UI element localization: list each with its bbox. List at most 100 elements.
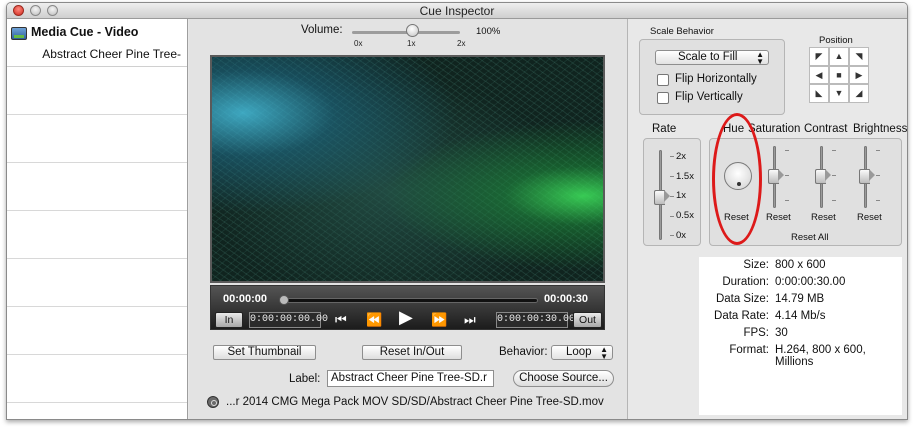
cue-name-label: Abstract Cheer Pine Tree- <box>42 47 181 61</box>
current-time: 00:00:00 <box>223 293 268 305</box>
volume-slider-knob[interactable] <box>406 24 419 37</box>
position-bottom-icon[interactable]: ▼ <box>829 84 849 103</box>
rewind-icon[interactable]: ⏪ <box>366 311 382 329</box>
cue-type-label: Media Cue - Video <box>31 25 139 39</box>
set-out-button[interactable]: Out <box>573 312 602 328</box>
cue-list-empty-row <box>7 211 187 259</box>
contrast-tick <box>832 200 836 201</box>
info-value: 30 <box>775 327 788 339</box>
set-in-button[interactable]: In <box>215 312 243 328</box>
cue-list-empty-row <box>7 163 187 211</box>
cue-list-empty-row <box>7 355 187 403</box>
flip-vertical-label: Flip Vertically <box>675 91 743 103</box>
flip-horizontal-checkbox[interactable] <box>657 74 669 86</box>
saturation-tick <box>785 200 789 201</box>
fast-forward-icon[interactable]: ⏩ <box>431 311 447 329</box>
saturation-tick <box>785 150 789 151</box>
contrast-reset-button[interactable]: Reset <box>811 212 836 223</box>
cue-list-empty-row <box>7 67 187 115</box>
reset-all-button[interactable]: Reset All <box>791 232 829 243</box>
position-center-icon[interactable]: ■ <box>829 65 849 85</box>
behavior-value: Loop <box>566 346 592 358</box>
contrast-tick <box>832 150 836 151</box>
transport-bar: 00:00:00 00:00:30 In 0:00:00:00.00 ⏮ ⏪ ▶… <box>210 285 605 330</box>
contrast-tick <box>832 175 836 176</box>
position-top-left-icon[interactable]: ◤ <box>809 47 829 66</box>
cue-list-empty-row <box>7 259 187 307</box>
brightness-title: Brightness <box>853 123 908 135</box>
scrub-knob[interactable] <box>279 295 289 305</box>
info-key: Data Size: <box>715 293 769 305</box>
rate-slider-thumb[interactable] <box>654 190 670 205</box>
scrub-bar[interactable] <box>281 298 538 303</box>
brightness-reset-button[interactable]: Reset <box>857 212 882 223</box>
info-key: Data Rate: <box>714 310 769 322</box>
position-left-icon[interactable]: ◀ <box>809 65 829 85</box>
rate-tick-label: 2x <box>676 151 687 162</box>
info-value: H.264, 800 x 600, Millions <box>775 344 866 368</box>
info-value: 14.79 MB <box>775 293 825 305</box>
scale-mode-value: Scale to Fill <box>678 51 738 63</box>
cue-inspector-window: Cue Inspector Media Cue - Video Abstract… <box>6 2 908 420</box>
position-top-right-icon[interactable]: ◥ <box>849 47 869 66</box>
cue-list-empty-row <box>7 307 187 355</box>
saturation-slider-thumb[interactable] <box>768 169 784 184</box>
rate-tick <box>670 216 674 217</box>
cue-label-input[interactable]: Abstract Cheer Pine Tree-SD.r <box>327 370 494 387</box>
info-key: Size: <box>743 259 769 271</box>
contrast-slider-thumb[interactable] <box>815 169 831 184</box>
choose-source-button[interactable]: Choose Source... <box>513 370 614 387</box>
label-field-label: Label: <box>289 373 321 385</box>
rate-tick <box>670 196 674 197</box>
reset-in-out-button[interactable]: Reset In/Out <box>362 345 462 360</box>
media-info-panel: Size: 800 x 600 Duration: 0:00:00:30.00 … <box>699 257 902 415</box>
rate-tick <box>670 235 674 236</box>
title-bar[interactable]: Cue Inspector <box>7 3 907 19</box>
position-top-icon[interactable]: ▲ <box>829 47 849 66</box>
video-settings-panel: Scale Behavior Scale to Fill ▲ ▼ Flip Hor… <box>627 19 908 419</box>
video-preview <box>210 55 605 283</box>
info-key: Duration: <box>722 276 769 288</box>
info-value: 0:00:00:30.00 <box>775 276 846 288</box>
volume-tick-label: 2x <box>457 39 466 48</box>
reveal-in-finder-icon[interactable] <box>207 396 219 408</box>
window-title: Cue Inspector <box>419 4 495 18</box>
volume-label: Volume: <box>301 24 343 36</box>
contrast-title: Contrast <box>804 123 848 135</box>
behavior-popup[interactable]: Loop ▲ ▼ <box>551 345 613 361</box>
position-title: Position <box>819 35 853 46</box>
position-bottom-left-icon[interactable]: ◣ <box>809 84 829 103</box>
brightness-tick <box>876 200 880 201</box>
saturation-reset-button[interactable]: Reset <box>766 212 791 223</box>
video-cue-icon <box>11 27 27 40</box>
skip-to-end-icon[interactable]: ⏭ <box>464 311 476 329</box>
highlight-annotation-ring <box>712 113 762 245</box>
info-value: 800 x 600 <box>775 259 826 271</box>
popup-arrows-icon: ▲ ▼ <box>600 345 608 361</box>
rate-tick <box>670 156 674 157</box>
saturation-title: Saturation <box>748 123 801 135</box>
file-path: ...r 2014 CMG Mega Pack MOV SD/SD/Abstra… <box>226 396 604 408</box>
cue-list: Media Cue - Video Abstract Cheer Pine Tr… <box>7 19 188 419</box>
cue-list-item-selected[interactable]: Media Cue - Video Abstract Cheer Pine Tr… <box>7 19 187 67</box>
brightness-slider-thumb[interactable] <box>859 169 875 184</box>
position-bottom-right-icon[interactable]: ◢ <box>849 84 869 103</box>
skip-to-start-icon[interactable]: ⏮ <box>335 311 347 329</box>
popup-arrows-icon: ▲ ▼ <box>756 50 764 66</box>
in-time-field[interactable]: 0:00:00:00.00 <box>249 312 328 328</box>
behavior-label: Behavior: <box>499 346 548 358</box>
rate-tick-label: 0x <box>676 230 687 241</box>
out-time-field[interactable]: 0:00:00:30.00 <box>496 312 575 328</box>
scale-behavior-title: Scale Behavior <box>650 26 714 37</box>
flip-vertical-checkbox[interactable] <box>657 92 669 104</box>
position-right-icon[interactable]: ▶ <box>849 65 869 85</box>
info-key: Format: <box>729 344 769 356</box>
rate-group <box>643 138 701 246</box>
rate-tick-label: 0.5x <box>676 210 694 221</box>
brightness-tick <box>876 175 880 176</box>
set-thumbnail-button[interactable]: Set Thumbnail <box>213 345 316 360</box>
cue-list-empty-row <box>7 115 187 163</box>
play-icon[interactable]: ▶ <box>399 308 413 326</box>
scale-mode-popup[interactable]: Scale to Fill ▲ ▼ <box>655 50 769 66</box>
media-panel: Volume: 100% 0x 1x 2x 00:00:00 00:00:30 … <box>189 19 627 419</box>
